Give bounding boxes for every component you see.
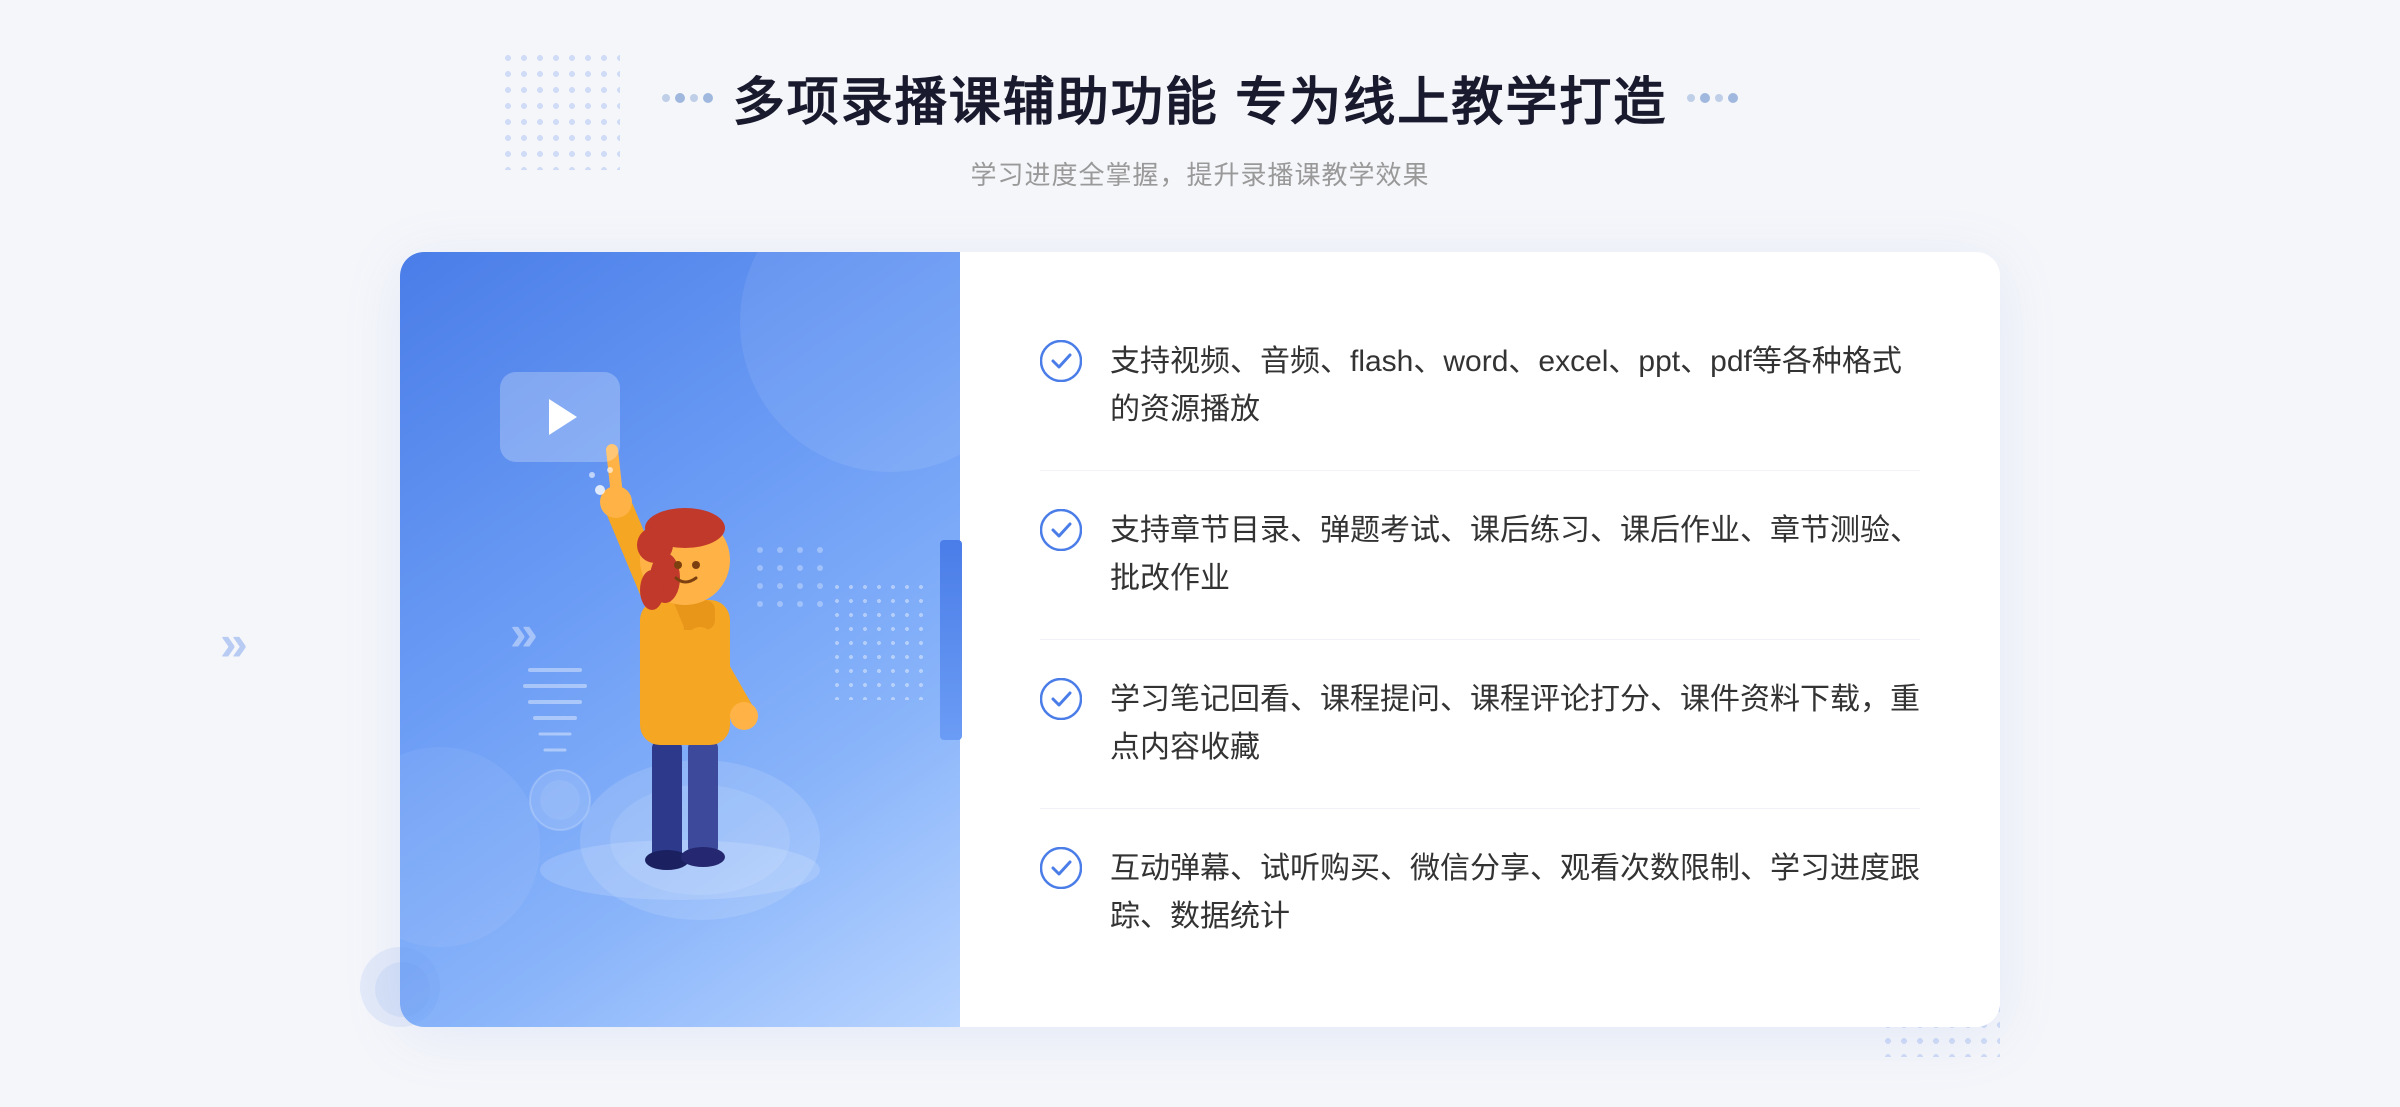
dot-7 — [1715, 94, 1723, 102]
illustration-panel: » — [400, 252, 960, 1027]
dot-4 — [703, 93, 713, 103]
dot-3 — [690, 94, 698, 102]
svg-text:»: » — [510, 605, 538, 661]
decorative-dots-1 — [500, 50, 620, 170]
chevron-decoration: » — [220, 614, 248, 672]
feature-item-3: 学习笔记回看、课程提问、课程评论打分、课件资料下载，重点内容收藏 — [1040, 640, 1920, 809]
dot-6 — [1700, 93, 1710, 103]
dot-8 — [1728, 93, 1738, 103]
check-icon-3 — [1040, 678, 1082, 720]
feature-text-1: 支持视频、音频、flash、word、excel、ppt、pdf等各种格式的资源… — [1110, 338, 1920, 434]
check-icon-1 — [1040, 340, 1082, 382]
feature-item-4: 互动弹幕、试听购买、微信分享、观看次数限制、学习进度跟踪、数据统计 — [1040, 809, 1920, 977]
check-icon-4 — [1040, 847, 1082, 889]
feature-text-4: 互动弹幕、试听购买、微信分享、观看次数限制、学习进度跟踪、数据统计 — [1110, 845, 1920, 941]
feature-text-2: 支持章节目录、弹题考试、课后练习、课后作业、章节测验、批改作业 — [1110, 507, 1920, 603]
title-dots-left — [662, 93, 713, 103]
feature-item-1: 支持视频、音频、flash、word、excel、ppt、pdf等各种格式的资源… — [1040, 302, 1920, 471]
page-container: 多项录播课辅助功能 专为线上教学打造 学习进度全掌握，提升录播课教学效果 — [0, 0, 2400, 1107]
illus-dots — [830, 580, 930, 700]
play-bubble — [500, 372, 620, 462]
dot-2 — [675, 93, 685, 103]
dot-5 — [1687, 94, 1695, 102]
feature-item-2: 支持章节目录、弹题考试、课后练习、课后作业、章节测验、批改作业 — [1040, 471, 1920, 640]
content-panel: 支持视频、音频、flash、word、excel、ppt、pdf等各种格式的资源… — [960, 252, 2000, 1027]
page-title: 多项录播课辅助功能 专为线上教学打造 — [733, 60, 1667, 135]
header-section: 多项录播课辅助功能 专为线上教学打造 学习进度全掌握，提升录播课教学效果 — [662, 60, 1738, 192]
title-dots-right — [1687, 93, 1738, 103]
check-icon-2 — [1040, 509, 1082, 551]
dot-1 — [662, 94, 670, 102]
title-wrapper: 多项录播课辅助功能 专为线上教学打造 — [662, 60, 1738, 135]
feature-text-3: 学习笔记回看、课程提问、课程评论打分、课件资料下载，重点内容收藏 — [1110, 676, 1920, 772]
play-icon — [549, 399, 577, 435]
deco-circle-bl-inner — [375, 962, 430, 1017]
main-card: » — [400, 252, 2000, 1027]
accent-bar — [940, 540, 962, 740]
page-subtitle: 学习进度全掌握，提升录播课教学效果 — [662, 155, 1738, 192]
